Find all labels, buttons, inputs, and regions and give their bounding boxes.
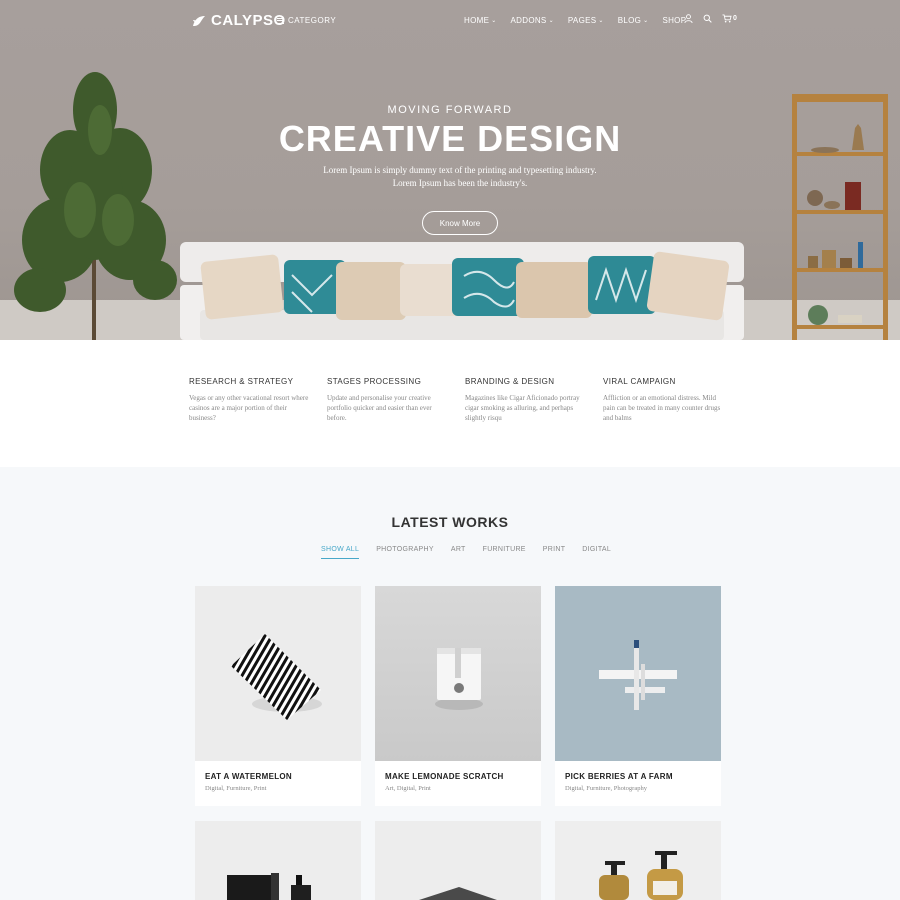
filter-digital[interactable]: DIGITAL [582,546,611,559]
wavy-paper-image [231,634,322,720]
hero-title: CREATIVE DESIGN [278,118,622,159]
feature-title: STAGES PROCESSING [327,377,422,386]
category-menu-button[interactable]: CATEGORY [277,16,336,25]
filter-furniture[interactable]: FURNITURE [483,546,526,559]
know-more-button[interactable]: Know More [422,211,498,235]
work-title: PICK BERRIES AT A FARM [565,772,673,781]
menu-item-label: ADDONS [510,16,547,25]
work-image [555,586,721,761]
work-title: MAKE LEMONADE SCRATCH [385,772,504,781]
work-card[interactable] [555,821,721,900]
menu-item-shop[interactable]: SHOP [662,16,686,25]
roof-object-image [419,887,497,900]
features-section: RESEARCH & STRATEGY Vegas or any other v… [0,340,900,467]
work-card[interactable] [195,821,361,900]
logo[interactable]: CALYPSO [192,12,286,29]
chevron-down-icon: ⌄ [643,18,649,24]
hero-description: Lorem Ipsum is simply dummy text of the … [300,164,620,190]
search-icon[interactable] [703,14,712,23]
feature-text: Affliction or an emotional distress. Mil… [603,394,721,422]
soap-bottles-image [599,851,683,900]
menu-item-label: SHOP [662,16,687,25]
feature-text: Vegas or any other vacational resort whe… [189,394,309,422]
filter-print[interactable]: PRINT [543,546,566,559]
work-tags: Art, Digital, Print [385,785,431,792]
menu-item-label: HOME [464,16,490,25]
menu-item-pages[interactable]: PAGES ⌄ [568,16,604,25]
feature-title: VIRAL CAMPAIGN [603,377,676,386]
menu-item-addons[interactable]: ADDONS ⌄ [511,16,554,25]
menu-item-home[interactable]: HOME ⌄ [464,16,497,25]
menu-item-label: BLOG [617,16,642,25]
work-card[interactable]: PICK BERRIES AT A FARM Digital, Furnitur… [555,586,721,806]
work-card[interactable]: MAKE LEMONADE SCRATCH Art, Digital, Prin… [375,586,541,806]
feature-title: BRANDING & DESIGN [465,377,555,386]
main-menu: HOME ⌄ ADDONS ⌄ PAGES ⌄ BLOG ⌄ SHOP [464,16,686,25]
cart-button[interactable]: 0 [722,14,737,23]
work-image [375,586,541,761]
works-filters: SHOW ALL PHOTOGRAPHY ART FURNITURE PRINT… [321,546,611,559]
feature-stages: STAGES PROCESSING Update and personalise… [327,377,452,423]
pen-ruler-image [599,640,677,710]
hamburger-icon [277,17,284,24]
hero-section: CALYPSO CATEGORY HOME ⌄ ADDONS ⌄ PAGES ⌄… [0,0,900,340]
black-boxes-image [227,873,311,900]
chevron-down-icon: ⌄ [491,18,497,24]
cube-holder-image [435,648,483,710]
filter-art[interactable]: ART [451,546,466,559]
user-icon[interactable] [684,14,693,23]
nav-tools: 0 [684,14,737,23]
menu-item-label: PAGES [567,16,597,25]
work-image [195,586,361,761]
filter-show-all[interactable]: SHOW ALL [321,546,360,559]
cart-icon [722,14,732,23]
chevron-down-icon: ⌄ [548,18,554,24]
feature-text: Update and personalise your creative por… [327,394,432,422]
chevron-down-icon: ⌄ [598,18,604,24]
hero-description-line: Lorem Ipsum has been the industry's. [392,178,528,188]
navbar: CALYPSO CATEGORY HOME ⌄ ADDONS ⌄ PAGES ⌄… [0,0,900,42]
work-card[interactable]: EAT A WATERMELON Digital, Furniture, Pri… [195,586,361,806]
category-label: CATEGORY [288,16,337,25]
work-tags: Digital, Furniture, Photography [565,785,647,792]
work-card[interactable] [375,821,541,900]
feature-text: Magazines like Cigar Aficionado portray … [465,394,580,422]
work-title: EAT A WATERMELON [205,772,293,781]
feature-viral: VIRAL CAMPAIGN Affliction or an emotiona… [603,377,728,423]
menu-item-blog[interactable]: BLOG ⌄ [618,16,649,25]
logo-icon [193,15,205,26]
filter-photography[interactable]: PHOTOGRAPHY [376,546,434,559]
hero-subtitle: MOVING FORWARD [387,104,513,116]
cart-count: 0 [733,15,737,22]
feature-research: RESEARCH & STRATEGY Vegas or any other v… [189,377,314,423]
feature-branding: BRANDING & DESIGN Magazines like Cigar A… [465,377,590,423]
logo-text: CALYPSO [211,12,286,29]
hero-description-line: Lorem Ipsum is simply dummy text of the … [323,165,597,175]
work-tags: Digital, Furniture, Print [205,785,267,792]
works-title: LATEST WORKS [391,514,509,530]
feature-title: RESEARCH & STRATEGY [189,377,294,386]
